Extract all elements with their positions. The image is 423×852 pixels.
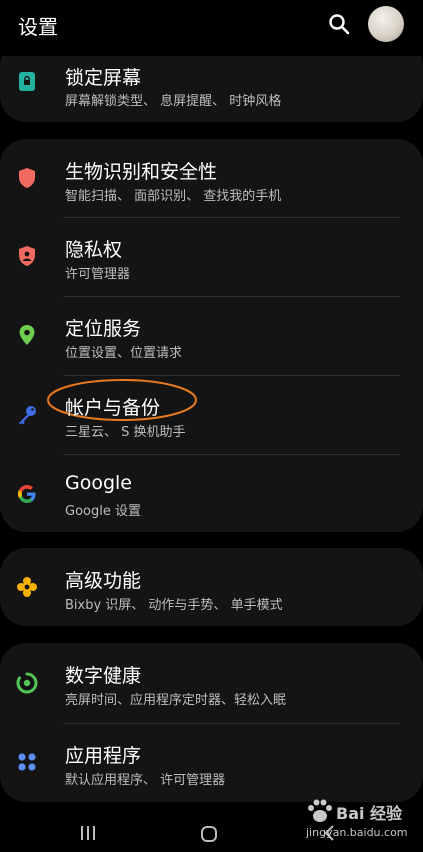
wellbeing-subtitle: 亮屏时间、应用程序定时器、轻松入眠 bbox=[65, 693, 287, 708]
location-pin-icon bbox=[19, 325, 35, 345]
biometrics-title: 生物识别和安全性 bbox=[65, 161, 218, 183]
apps-grid-icon bbox=[18, 753, 36, 771]
wellbeing-card: 数字健康 亮屏时间、应用程序定时器、轻松入眠 应用程序 默认应用程序、 许可管理… bbox=[0, 643, 423, 802]
app-header: 设置 bbox=[0, 0, 423, 56]
accounts-item[interactable]: 帐户与备份 三星云、 S 换机助手 bbox=[0, 376, 423, 454]
accounts-subtitle: 三星云、 S 换机助手 bbox=[65, 425, 186, 440]
key-icon bbox=[19, 406, 36, 425]
lock-icon bbox=[19, 72, 35, 91]
lock-screen-title: 锁定屏幕 bbox=[65, 67, 142, 89]
google-item[interactable]: Google Google 设置 bbox=[0, 455, 423, 533]
privacy-subtitle: 许可管理器 bbox=[65, 267, 131, 282]
watermark-text: Bai 经验 bbox=[336, 804, 403, 823]
recent-apps-icon[interactable] bbox=[80, 825, 96, 841]
privacy-shield-icon bbox=[19, 246, 35, 266]
baidu-watermark: Bai 经验 jingyan.baidu.com bbox=[300, 796, 420, 850]
biometrics-item[interactable]: 生物识别和安全性 智能扫描、 面部识别、 查找我的手机 bbox=[0, 139, 423, 217]
google-title: Google bbox=[65, 472, 133, 494]
wellbeing-title: 数字健康 bbox=[65, 665, 142, 687]
digital-wellbeing-icon bbox=[16, 672, 38, 694]
apps-subtitle: 默认应用程序、 许可管理器 bbox=[65, 773, 226, 788]
page-title: 设置 bbox=[18, 15, 58, 39]
google-subtitle: Google 设置 bbox=[65, 504, 141, 519]
lock-screen-subtitle: 屏幕解锁类型、 息屏提醒、 时钟风格 bbox=[65, 94, 282, 109]
home-icon[interactable] bbox=[200, 825, 218, 843]
advanced-item[interactable]: 高级功能 Bixby 识屏、 动作与手势、 单手模式 bbox=[0, 548, 423, 626]
security-card: 生物识别和安全性 智能扫描、 面部识别、 查找我的手机 隐私权 许可管理器 定位… bbox=[0, 139, 423, 532]
advanced-card: 高级功能 Bixby 识屏、 动作与手势、 单手模式 bbox=[0, 548, 423, 626]
lock-screen-item[interactable]: 锁定屏幕 屏幕解锁类型、 息屏提醒、 时钟风格 bbox=[0, 61, 423, 139]
google-icon bbox=[18, 485, 36, 503]
advanced-features-icon bbox=[17, 577, 37, 597]
privacy-item[interactable]: 隐私权 许可管理器 bbox=[0, 218, 423, 296]
apps-title: 应用程序 bbox=[65, 745, 142, 767]
shield-icon bbox=[19, 168, 35, 188]
advanced-title: 高级功能 bbox=[65, 570, 142, 592]
paw-icon bbox=[308, 799, 332, 822]
wellbeing-item[interactable]: 数字健康 亮屏时间、应用程序定时器、轻松入眠 bbox=[0, 643, 423, 721]
avatar[interactable] bbox=[368, 6, 404, 42]
location-subtitle: 位置设置、位置请求 bbox=[65, 346, 183, 361]
apps-item[interactable]: 应用程序 默认应用程序、 许可管理器 bbox=[0, 724, 423, 802]
location-item[interactable]: 定位服务 位置设置、位置请求 bbox=[0, 297, 423, 375]
accounts-title: 帐户与备份 bbox=[65, 397, 161, 419]
advanced-subtitle: Bixby 识屏、 动作与手势、 单手模式 bbox=[65, 598, 283, 613]
search-icon[interactable] bbox=[327, 12, 351, 36]
watermark-url: jingyan.baidu.com bbox=[306, 826, 408, 839]
location-title: 定位服务 bbox=[65, 318, 142, 340]
biometrics-subtitle: 智能扫描、 面部识别、 查找我的手机 bbox=[65, 189, 282, 204]
privacy-title: 隐私权 bbox=[65, 239, 123, 261]
